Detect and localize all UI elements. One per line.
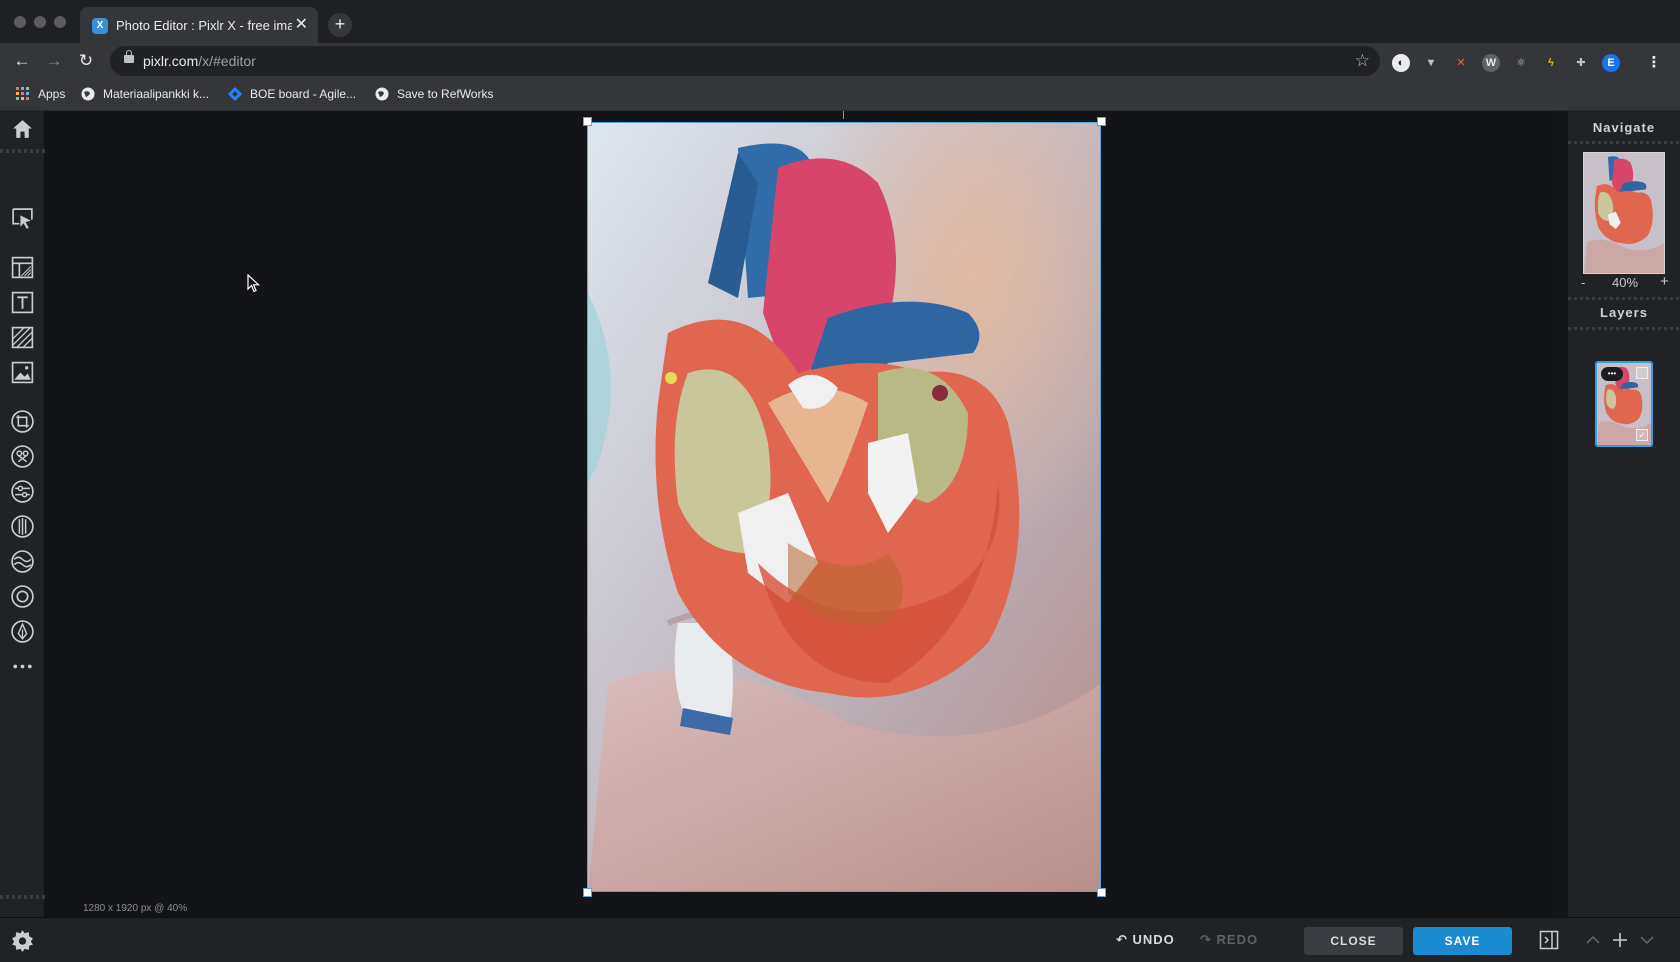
- image-size-status: 1280 x 1920 px @ 40%: [83, 903, 188, 914]
- resize-handle-bl[interactable]: [583, 888, 592, 897]
- globe-icon: [375, 87, 389, 101]
- panel-content: Navigate - 40% + Layers ••• ✓: [1568, 111, 1680, 917]
- bookmark-star-icon[interactable]: ☆: [1355, 51, 1370, 71]
- add-icon[interactable]: [1611, 931, 1629, 949]
- divider: [1568, 297, 1680, 300]
- right-panel: Navigate - 40% + Layers ••• ✓: [1552, 111, 1680, 917]
- bookmark-refworks[interactable]: Save to RefWorks: [375, 87, 493, 101]
- pixlr-editor: 1280 x 1920 px @ 40% Navigate - 40% + La…: [0, 111, 1680, 962]
- navigator-thumbnail[interactable]: [1583, 152, 1665, 274]
- crop-rotate-icon[interactable]: [10, 409, 35, 434]
- redo-icon: ↷: [1200, 932, 1217, 947]
- navigate-title: Navigate: [1592, 120, 1656, 135]
- tab-pixlr[interactable]: X Photo Editor : Pixlr X - free ima ✕: [80, 7, 318, 43]
- focus-circle-icon[interactable]: [10, 584, 35, 609]
- tab-title: Photo Editor : Pixlr X - free ima: [116, 18, 292, 33]
- extension-x-icon[interactable]: ✕: [1452, 54, 1470, 72]
- pixlr-favicon-icon: X: [92, 18, 108, 34]
- url-text: pixlr.com/x/#editor: [143, 53, 256, 69]
- extension-react-icon[interactable]: ⚛: [1512, 54, 1530, 72]
- globe-icon: [81, 87, 95, 101]
- effect-wave-icon[interactable]: [10, 549, 35, 574]
- zoom-in-button[interactable]: +: [1660, 273, 1669, 290]
- panel-gutter: [1552, 111, 1568, 917]
- home-icon[interactable]: [10, 117, 35, 142]
- reload-icon[interactable]: ↻: [75, 50, 97, 72]
- minimize-window-button[interactable]: [34, 16, 46, 28]
- bookmarks-bar: Apps Materiaalipankki k... BOE board - A…: [0, 79, 1680, 111]
- extension-lightning-icon[interactable]: ϟ: [1542, 54, 1560, 72]
- extension-w-icon[interactable]: W: [1482, 54, 1500, 72]
- extension-vue-icon[interactable]: ▼: [1422, 54, 1440, 72]
- close-button[interactable]: CLOSE: [1304, 927, 1403, 955]
- maximize-window-button[interactable]: [54, 16, 66, 28]
- redo-button[interactable]: ↷ REDO: [1200, 932, 1258, 948]
- divider: [1568, 141, 1680, 144]
- divider: [0, 895, 45, 899]
- browser-menu-icon[interactable]: ⋮: [1645, 54, 1663, 72]
- layers-title: Layers: [1600, 305, 1648, 320]
- guide-tick: [843, 111, 844, 119]
- bookmark-apps[interactable]: Apps: [16, 87, 65, 101]
- mouse-cursor-icon: [247, 274, 261, 293]
- save-button[interactable]: SAVE: [1413, 927, 1512, 955]
- extension-circle-icon[interactable]: ◐: [1392, 54, 1410, 72]
- adjust-sliders-icon[interactable]: [10, 479, 35, 504]
- divider: [0, 149, 45, 153]
- toggle-panel-icon[interactable]: [1539, 930, 1559, 950]
- close-window-button[interactable]: [14, 16, 26, 28]
- zoom-out-button[interactable]: -: [1581, 275, 1585, 290]
- divider: [1568, 327, 1680, 330]
- layer-options-button[interactable]: •••: [1601, 367, 1623, 381]
- cutout-icon[interactable]: [10, 444, 35, 469]
- arrange-select-icon[interactable]: [10, 206, 35, 231]
- navigator-preview-image: [1584, 153, 1664, 273]
- text-tool-icon[interactable]: [10, 290, 35, 315]
- filter-icon[interactable]: [10, 514, 35, 539]
- undo-button[interactable]: ↶ UNDO: [1116, 932, 1175, 948]
- layer-image-type-icon: [1636, 367, 1648, 379]
- tool-sidebar: [0, 111, 45, 962]
- chevron-down-icon[interactable]: [1638, 931, 1656, 949]
- undo-icon: ↶: [1116, 932, 1133, 947]
- image-add-icon[interactable]: [10, 360, 35, 385]
- status-bar: 1280 x 1920 px @ 40%: [46, 901, 1552, 917]
- bookmark-materiaalipankki[interactable]: Materiaalipankki k...: [81, 87, 209, 101]
- jira-diamond-icon: [228, 87, 242, 101]
- tab-close-icon[interactable]: ✕: [295, 15, 308, 35]
- profile-avatar[interactable]: E: [1602, 54, 1620, 72]
- lock-icon: [124, 50, 134, 63]
- pattern-fill-icon[interactable]: [10, 325, 35, 350]
- layer-item[interactable]: ••• ✓: [1595, 361, 1653, 447]
- zoom-level: 40%: [1611, 275, 1639, 290]
- layout-template-icon[interactable]: [10, 255, 35, 280]
- resize-handle-br[interactable]: [1097, 888, 1106, 897]
- bookmark-boe-board[interactable]: BOE board - Agile...: [228, 87, 356, 101]
- canvas-photo-heart-model[interactable]: [587, 122, 1101, 892]
- more-tools-icon[interactable]: [10, 654, 35, 679]
- new-tab-button[interactable]: +: [328, 13, 352, 37]
- back-arrow-icon[interactable]: ←: [11, 50, 33, 72]
- resize-handle-tl[interactable]: [583, 117, 592, 126]
- draw-pen-icon[interactable]: [10, 619, 35, 644]
- canvas-workspace[interactable]: [46, 111, 1552, 901]
- heart-model-image: [588, 123, 1100, 891]
- browser-window: X Photo Editor : Pixlr X - free ima ✕ + …: [0, 0, 1680, 962]
- apps-grid-icon: [16, 87, 29, 100]
- bottom-bar: ↶ UNDO ↷ REDO CLOSE SAVE: [0, 917, 1680, 962]
- address-bar[interactable]: pixlr.com/x/#editor ☆: [110, 46, 1380, 76]
- browser-toolbar: ← → ↻ pixlr.com/x/#editor ☆ ◐ ▼ ✕ W ⚛ ϟ …: [0, 43, 1680, 79]
- layer-visibility-checkbox[interactable]: ✓: [1636, 429, 1648, 441]
- forward-arrow-icon[interactable]: →: [43, 50, 65, 72]
- tab-bar: X Photo Editor : Pixlr X - free ima ✕ +: [0, 0, 1680, 43]
- chevron-up-icon[interactable]: [1584, 931, 1602, 949]
- extensions-puzzle-icon[interactable]: ✚: [1572, 54, 1590, 72]
- resize-handle-tr[interactable]: [1097, 117, 1106, 126]
- settings-gear-icon[interactable]: [10, 928, 35, 953]
